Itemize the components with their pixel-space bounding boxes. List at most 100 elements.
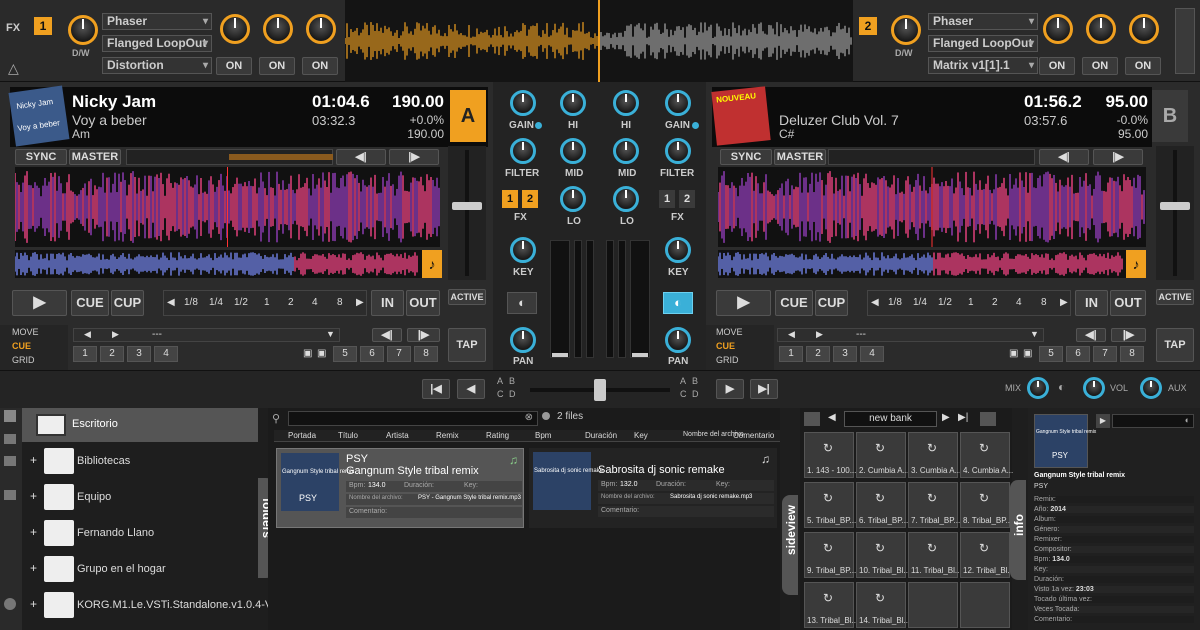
skip-back-icon[interactable]: |◀: [422, 379, 450, 399]
crossfader[interactable]: [530, 379, 670, 401]
back-arrow-icon[interactable]: [4, 490, 16, 500]
pan-knob-a[interactable]: [510, 327, 536, 353]
folder-item[interactable]: + Equipo: [22, 480, 258, 514]
crossfader-assign-left[interactable]: AB CD: [497, 376, 521, 402]
sample-pad[interactable]: [908, 582, 958, 628]
clear-search-icon[interactable]: ⊗: [525, 412, 533, 423]
dw-knob[interactable]: [68, 15, 98, 45]
deck-b-note-icon[interactable]: ♪: [1126, 250, 1146, 278]
deck-b-cue-set-left[interactable]: ◀|: [1076, 328, 1106, 342]
deck-b-prev-beat-button[interactable]: ◀|: [1039, 149, 1089, 165]
deck-a-loop-size-7[interactable]: 8: [337, 297, 343, 308]
mode-move[interactable]: MOVE: [12, 327, 39, 337]
fx-slot-3[interactable]: Distortion: [102, 57, 212, 74]
mode-grid[interactable]: GRID: [12, 355, 35, 365]
pan-knob-b[interactable]: [665, 327, 691, 353]
deck-a-loop-prev-icon[interactable]: ◀: [167, 297, 175, 308]
folder-item-selected[interactable]: Escritorio: [22, 408, 258, 442]
hotcue-pad[interactable]: 8: [1120, 346, 1144, 362]
hotcue-pad[interactable]: 5: [1039, 346, 1063, 362]
deck-b-loop-size-5[interactable]: 2: [992, 297, 998, 308]
deck-a-note-icon[interactable]: ♪: [422, 250, 442, 278]
fx-scrollbar[interactable]: [1175, 8, 1195, 74]
deck-b-loop-size-3[interactable]: 1/2: [938, 297, 952, 308]
aux-knob[interactable]: [1140, 377, 1162, 399]
fx-slot-right-3[interactable]: Matrix v1[1].1: [928, 57, 1038, 74]
folder-item[interactable]: + Fernando Llano: [22, 516, 258, 550]
deck-b-loop-in-button[interactable]: IN: [1075, 290, 1108, 316]
gain-knob-a[interactable]: [510, 90, 536, 116]
skip-forward-icon[interactable]: ▶|: [750, 379, 778, 399]
expand-icon[interactable]: +: [30, 489, 37, 503]
headphone-volume-knob[interactable]: [1083, 377, 1105, 399]
fx-param-knob-2[interactable]: [263, 14, 293, 44]
deck-a-active-button[interactable]: ACTIVE: [448, 289, 486, 305]
folder-item[interactable]: + Bibliotecas: [22, 444, 258, 478]
deck-b-cue-button[interactable]: CUE: [775, 290, 813, 316]
hotcue-pad[interactable]: 3: [833, 346, 857, 362]
deck-b-loop-size-1[interactable]: 1/8: [888, 297, 902, 308]
track-card[interactable]: Gangnum Style tribal remix PSY PSY Gangn…: [276, 448, 524, 528]
hotcue-pad[interactable]: 8: [414, 346, 438, 362]
col-portada[interactable]: Portada: [288, 431, 316, 440]
hi-knob-a[interactable]: [560, 90, 586, 116]
deck-b-letter[interactable]: B: [1152, 90, 1188, 142]
deck-a-cue-button[interactable]: CUE: [71, 290, 109, 316]
deck-b-cup-button[interactable]: CUP: [815, 290, 848, 316]
expand-icon[interactable]: +: [30, 453, 37, 467]
search-options-icon[interactable]: [542, 412, 550, 420]
fx-param-knob-3[interactable]: [306, 14, 336, 44]
expand-icon[interactable]: +: [30, 525, 37, 539]
headphone-cue-b-icon[interactable]: ◐: [663, 292, 693, 314]
deck-a-loop-size-6[interactable]: 4: [312, 297, 318, 308]
info-play-icon[interactable]: ▶: [1096, 414, 1110, 428]
mode-cue[interactable]: CUE: [12, 341, 31, 351]
info-headphones-icon[interactable]: ◐: [1185, 415, 1190, 425]
crossfader-assign-right[interactable]: AB CD: [680, 376, 704, 402]
fx-on-button-right-2[interactable]: ON: [1082, 57, 1118, 75]
deck-a-tap-button[interactable]: TAP: [448, 328, 486, 362]
deck-b-overview[interactable]: [717, 250, 1146, 278]
info-preview-bar[interactable]: ◐: [1112, 414, 1194, 428]
deck-b-master-button[interactable]: MASTER: [774, 149, 826, 165]
sample-pad[interactable]: ↻ 4. Cumbia A...: [960, 432, 1013, 478]
deck-b-next-beat-button[interactable]: |▶: [1093, 149, 1143, 165]
headphone-cue-a-icon[interactable]: ◐: [507, 292, 537, 314]
bank-prev-icon[interactable]: ◀: [828, 412, 836, 423]
gain-knob-b[interactable]: [665, 90, 691, 116]
fx-param-knob-1[interactable]: [220, 14, 250, 44]
deck-a-loop-in-button[interactable]: IN: [371, 290, 404, 316]
bank-next-icon[interactable]: ▶: [942, 412, 950, 423]
hotcue-pad[interactable]: 4: [154, 346, 178, 362]
hotcue-pad[interactable]: 1: [779, 346, 803, 362]
col-rating[interactable]: Rating: [486, 431, 509, 440]
filter-icon[interactable]: [4, 456, 16, 466]
fx-slot-right-1[interactable]: Phaser: [928, 13, 1038, 30]
fx-param-knob-right-2[interactable]: [1086, 14, 1116, 44]
deck-a-next-beat-button[interactable]: |▶: [389, 149, 439, 165]
sample-pad[interactable]: ↻ 10. Tribal_Bl...: [856, 532, 910, 578]
deck-b-loop-size-6[interactable]: 4: [1016, 297, 1022, 308]
sample-pad[interactable]: ↻ 1. 143 - 100...: [804, 432, 856, 478]
sample-pad[interactable]: [960, 582, 1010, 628]
expand-icon[interactable]: +: [30, 561, 37, 575]
deck-a-overview[interactable]: [14, 250, 440, 278]
deck-a-bpm[interactable]: 190.00: [388, 92, 444, 112]
deck-b-cue-set-right[interactable]: |▶: [1111, 328, 1146, 342]
deck-b-pitch-slider[interactable]: [1156, 146, 1194, 280]
deck-a-cue-set-left[interactable]: ◀|: [372, 328, 402, 342]
deck-b-loop-size-2[interactable]: 1/4: [913, 297, 927, 308]
deck-a-prev-beat-button[interactable]: ◀|: [336, 149, 386, 165]
fx-on-button-2[interactable]: ON: [259, 57, 295, 75]
fx-slot-right-2[interactable]: Flanged LoopOut: [928, 35, 1038, 52]
bank-last-icon[interactable]: ▶|: [958, 412, 968, 423]
filter-knob-a[interactable]: [510, 138, 536, 164]
add-icon[interactable]: [4, 598, 16, 610]
deck-b-sync-button[interactable]: SYNC: [720, 149, 772, 165]
deck-a-loop-size-1[interactable]: 1/8: [184, 297, 198, 308]
sample-pad[interactable]: ↻ 13. Tribal_Bl...: [804, 582, 858, 628]
deck-a-loop-size-5[interactable]: 2: [288, 297, 294, 308]
sample-pad[interactable]: ↻ 8. Tribal_BP...: [960, 482, 1012, 528]
col-artista[interactable]: Artista: [386, 431, 409, 440]
deck-b-cue-selector[interactable]: ◀ ▶ --- ▼: [777, 328, 1044, 342]
